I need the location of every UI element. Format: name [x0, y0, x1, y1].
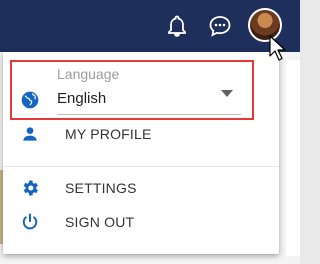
menu-item-settings[interactable]: SETTINGS	[3, 170, 279, 206]
background-panel	[286, 60, 300, 256]
menu-item-sign-out[interactable]: SIGN OUT	[3, 204, 279, 240]
menu-item-label: MY PROFILE	[65, 126, 152, 142]
globe-icon	[21, 91, 39, 109]
top-app-bar	[0, 0, 300, 52]
menu-item-label: SETTINGS	[65, 180, 137, 196]
mouse-cursor-icon	[269, 35, 286, 61]
language-select[interactable]: English	[57, 90, 106, 107]
menu-divider	[3, 166, 279, 167]
language-label: Language	[57, 66, 120, 82]
power-icon	[22, 213, 38, 230]
dropdown-arrow-icon[interactable]	[221, 90, 233, 98]
language-highlight-box	[10, 60, 254, 120]
menu-item-my-profile[interactable]: MY PROFILE	[3, 116, 279, 152]
user-dropdown-menu: Language English MY PROFILE SETTINGS SIG…	[3, 52, 279, 254]
language-select-underline	[57, 114, 241, 115]
menu-item-label: SIGN OUT	[65, 214, 135, 230]
bell-icon[interactable]	[165, 14, 189, 38]
person-icon	[23, 127, 37, 141]
gear-icon	[23, 180, 38, 196]
chat-bubble-icon[interactable]	[208, 14, 232, 38]
